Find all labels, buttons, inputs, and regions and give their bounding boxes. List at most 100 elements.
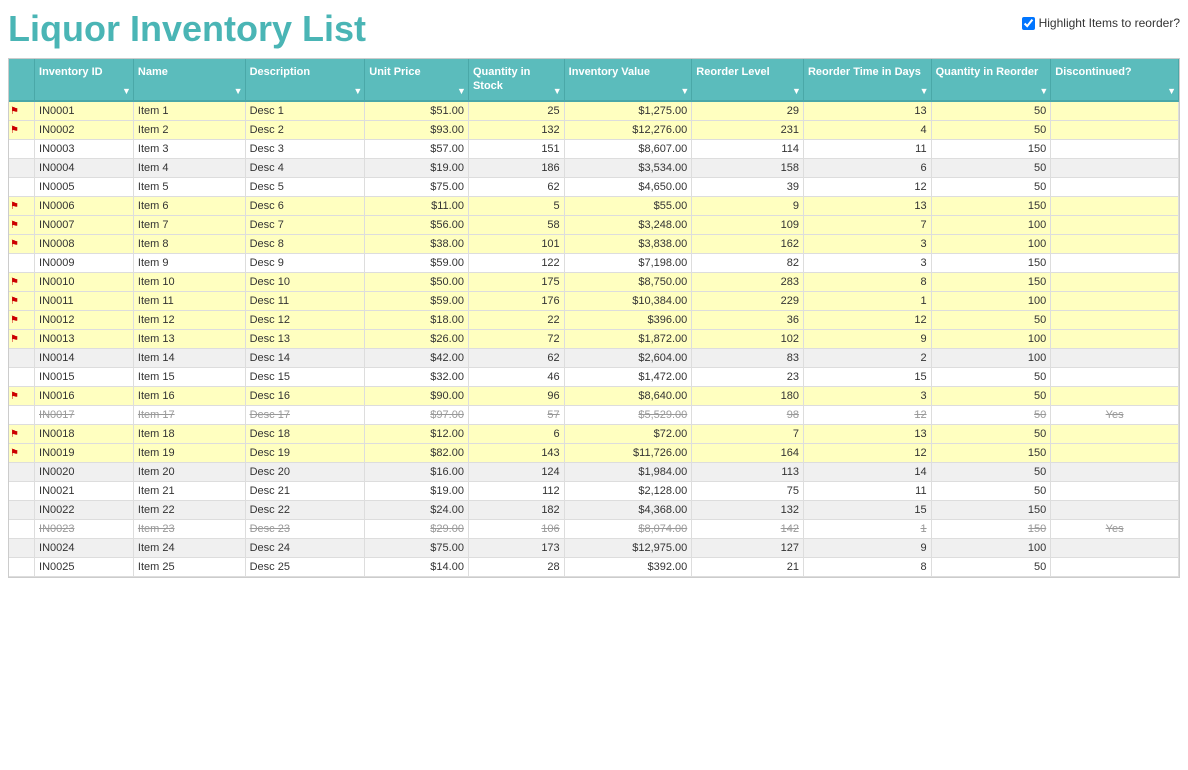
flag-cell: ⚑ <box>9 215 35 234</box>
cell-reorder_level: 29 <box>692 101 804 121</box>
dropdown-arrow-qty-stock[interactable]: ▼ <box>553 86 562 96</box>
cell-reorder_level: 113 <box>692 462 804 481</box>
cell-qty_reorder: 50 <box>931 120 1051 139</box>
cell-reorder_level: 158 <box>692 158 804 177</box>
cell-discontinued <box>1051 177 1179 196</box>
cell-description: Desc 20 <box>245 462 365 481</box>
col-header-qty-stock[interactable]: Quantity in Stock ▼ <box>468 59 564 101</box>
cell-unit_price: $42.00 <box>365 348 469 367</box>
col-label-discontinued: Discontinued? <box>1055 65 1174 79</box>
cell-qty_stock: 175 <box>468 272 564 291</box>
cell-inv_value: $8,640.00 <box>564 386 692 405</box>
cell-inv_value: $8,607.00 <box>564 139 692 158</box>
dropdown-arrow-reorder-days[interactable]: ▼ <box>920 86 929 96</box>
cell-inv_value: $55.00 <box>564 196 692 215</box>
cell-qty_stock: 143 <box>468 443 564 462</box>
cell-inv_value: $3,248.00 <box>564 215 692 234</box>
cell-reorder_level: 231 <box>692 120 804 139</box>
col-label-reorder-days: Reorder Time in Days <box>808 65 927 79</box>
cell-discontinued <box>1051 139 1179 158</box>
cell-description: Desc 25 <box>245 557 365 576</box>
cell-id: IN0006 <box>35 196 134 215</box>
dropdown-arrow-discontinued[interactable]: ▼ <box>1167 86 1176 96</box>
cell-name: Item 14 <box>133 348 245 367</box>
cell-id: IN0010 <box>35 272 134 291</box>
cell-id: IN0008 <box>35 234 134 253</box>
dropdown-arrow-id[interactable]: ▼ <box>122 86 131 96</box>
col-header-inv-value[interactable]: Inventory Value ▼ <box>564 59 692 101</box>
cell-inv_value: $8,074.00 <box>564 519 692 538</box>
cell-qty_stock: 22 <box>468 310 564 329</box>
table-row: ⚑IN0019Item 19Desc 19$82.00143$11,726.00… <box>9 443 1179 462</box>
cell-name: Item 21 <box>133 481 245 500</box>
cell-qty_reorder: 50 <box>931 462 1051 481</box>
cell-discontinued <box>1051 234 1179 253</box>
cell-reorder_level: 132 <box>692 500 804 519</box>
dropdown-arrow-reorder-level[interactable]: ▼ <box>792 86 801 96</box>
table-row: IN0014Item 14Desc 14$42.0062$2,604.00832… <box>9 348 1179 367</box>
cell-unit_price: $24.00 <box>365 500 469 519</box>
col-label-qty-stock: Quantity in Stock <box>473 65 560 94</box>
flag-cell <box>9 177 35 196</box>
col-header-description[interactable]: Description ▼ <box>245 59 365 101</box>
cell-reorder_days: 14 <box>803 462 931 481</box>
flag-cell <box>9 348 35 367</box>
dropdown-arrow-unit-price[interactable]: ▼ <box>457 86 466 96</box>
cell-qty_reorder: 150 <box>931 443 1051 462</box>
highlight-checkbox[interactable] <box>1022 17 1035 30</box>
cell-description: Desc 15 <box>245 367 365 386</box>
flag-cell: ⚑ <box>9 386 35 405</box>
dropdown-arrow-qty-reorder[interactable]: ▼ <box>1039 86 1048 96</box>
flag-cell: ⚑ <box>9 272 35 291</box>
cell-qty_reorder: 50 <box>931 310 1051 329</box>
dropdown-arrow-inv-value[interactable]: ▼ <box>680 86 689 96</box>
col-header-name[interactable]: Name ▼ <box>133 59 245 101</box>
table-row: IN0023Item 23Desc 23$29.00106$8,074.0014… <box>9 519 1179 538</box>
cell-reorder_days: 9 <box>803 329 931 348</box>
cell-qty_stock: 176 <box>468 291 564 310</box>
cell-description: Desc 11 <box>245 291 365 310</box>
dropdown-arrow-description[interactable]: ▼ <box>353 86 362 96</box>
cell-id: IN0002 <box>35 120 134 139</box>
cell-id: IN0011 <box>35 291 134 310</box>
inventory-table: Inventory ID ▼ Name ▼ Description ▼ Unit… <box>9 59 1179 577</box>
cell-unit_price: $29.00 <box>365 519 469 538</box>
cell-discontinued <box>1051 196 1179 215</box>
cell-inv_value: $12,975.00 <box>564 538 692 557</box>
cell-reorder_days: 13 <box>803 101 931 121</box>
col-header-unit-price[interactable]: Unit Price ▼ <box>365 59 469 101</box>
cell-reorder_level: 127 <box>692 538 804 557</box>
table-row: IN0024Item 24Desc 24$75.00173$12,975.001… <box>9 538 1179 557</box>
cell-qty_reorder: 50 <box>931 101 1051 121</box>
cell-reorder_level: 21 <box>692 557 804 576</box>
col-header-id[interactable]: Inventory ID ▼ <box>35 59 134 101</box>
cell-qty_stock: 5 <box>468 196 564 215</box>
flag-cell: ⚑ <box>9 443 35 462</box>
cell-name: Item 8 <box>133 234 245 253</box>
flag-cell <box>9 519 35 538</box>
flag-cell <box>9 139 35 158</box>
cell-id: IN0023 <box>35 519 134 538</box>
cell-description: Desc 5 <box>245 177 365 196</box>
flag-cell <box>9 538 35 557</box>
cell-unit_price: $59.00 <box>365 253 469 272</box>
cell-qty_stock: 106 <box>468 519 564 538</box>
cell-qty_stock: 101 <box>468 234 564 253</box>
cell-id: IN0003 <box>35 139 134 158</box>
flag-cell <box>9 557 35 576</box>
cell-description: Desc 1 <box>245 101 365 121</box>
cell-unit_price: $32.00 <box>365 367 469 386</box>
flag-cell <box>9 462 35 481</box>
highlight-option[interactable]: Highlight Items to reorder? <box>1022 16 1180 30</box>
dropdown-arrow-name[interactable]: ▼ <box>234 86 243 96</box>
col-header-reorder-days[interactable]: Reorder Time in Days ▼ <box>803 59 931 101</box>
table-row: ⚑IN0002Item 2Desc 2$93.00132$12,276.0023… <box>9 120 1179 139</box>
cell-discontinued <box>1051 272 1179 291</box>
table-row: ⚑IN0012Item 12Desc 12$18.0022$396.003612… <box>9 310 1179 329</box>
cell-id: IN0009 <box>35 253 134 272</box>
cell-unit_price: $75.00 <box>365 177 469 196</box>
col-header-reorder-level[interactable]: Reorder Level ▼ <box>692 59 804 101</box>
col-label-qty-reorder: Quantity in Reorder <box>936 65 1047 79</box>
col-header-qty-reorder[interactable]: Quantity in Reorder ▼ <box>931 59 1051 101</box>
col-header-discontinued[interactable]: Discontinued? ▼ <box>1051 59 1179 101</box>
